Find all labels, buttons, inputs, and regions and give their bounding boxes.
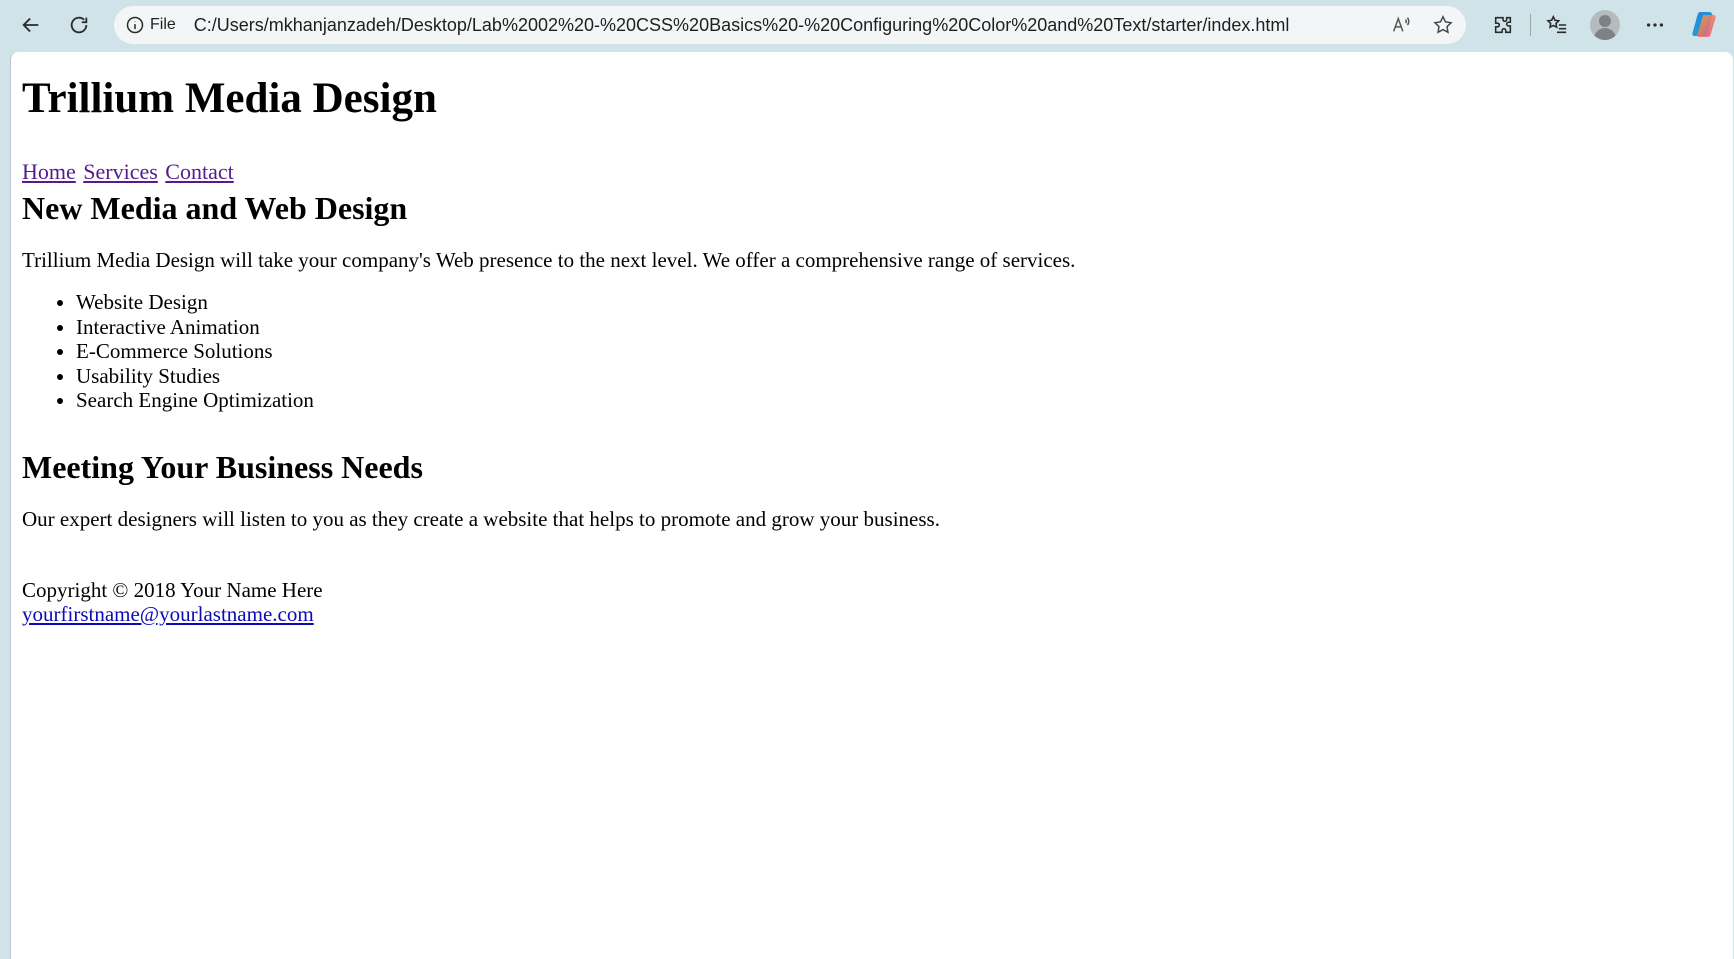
nav-link-contact[interactable]: Contact (165, 159, 233, 184)
footer: Copyright © 2018 Your Name Here yourfirs… (22, 578, 323, 626)
toolbar-divider (1530, 14, 1531, 36)
more-icon[interactable] (1638, 8, 1672, 42)
list-item: Usability Studies (76, 364, 314, 389)
refresh-icon[interactable] (62, 8, 96, 42)
favorite-star-icon[interactable] (1426, 8, 1460, 42)
info-icon[interactable] (124, 14, 146, 36)
business-paragraph: Our expert designers will listen to you … (22, 507, 940, 531)
read-aloud-icon[interactable] (1384, 8, 1418, 42)
list-item: Search Engine Optimization (76, 388, 314, 413)
email-link[interactable]: yourfirstname@yourlastname.com (22, 602, 314, 626)
address-scheme-label: File (150, 16, 176, 33)
nav-link-services[interactable]: Services (83, 159, 158, 184)
section-heading-business-needs: Meeting Your Business Needs (22, 449, 423, 485)
profile-avatar[interactable] (1590, 10, 1620, 40)
main-nav: Home Services Contact (22, 159, 236, 185)
list-item: E-Commerce Solutions (76, 339, 314, 364)
address-bar[interactable]: File C:/Users/mkhanjanzadeh/Desktop/Lab%… (114, 6, 1466, 44)
browser-toolbar: File C:/Users/mkhanjanzadeh/Desktop/Lab%… (0, 0, 1734, 50)
extensions-icon[interactable] (1486, 8, 1520, 42)
nav-link-home[interactable]: Home (22, 159, 76, 184)
list-item: Website Design (76, 290, 314, 315)
section-heading-web-design: New Media and Web Design (22, 190, 408, 226)
page-viewport: Trillium Media Design Home Services Cont… (10, 52, 1733, 959)
services-list: Website Design Interactive Animation E-C… (22, 290, 314, 413)
url-text[interactable]: C:/Users/mkhanjanzadeh/Desktop/Lab%2002%… (194, 15, 1290, 36)
page-title: Trillium Media Design (22, 75, 437, 122)
intro-paragraph: Trillium Media Design will take your com… (22, 248, 1076, 272)
back-icon[interactable] (14, 8, 48, 42)
copilot-icon[interactable] (1690, 8, 1722, 40)
favorites-icon[interactable] (1540, 8, 1574, 42)
list-item: Interactive Animation (76, 315, 314, 340)
copyright-text: Copyright © 2018 Your Name Here (22, 578, 323, 602)
